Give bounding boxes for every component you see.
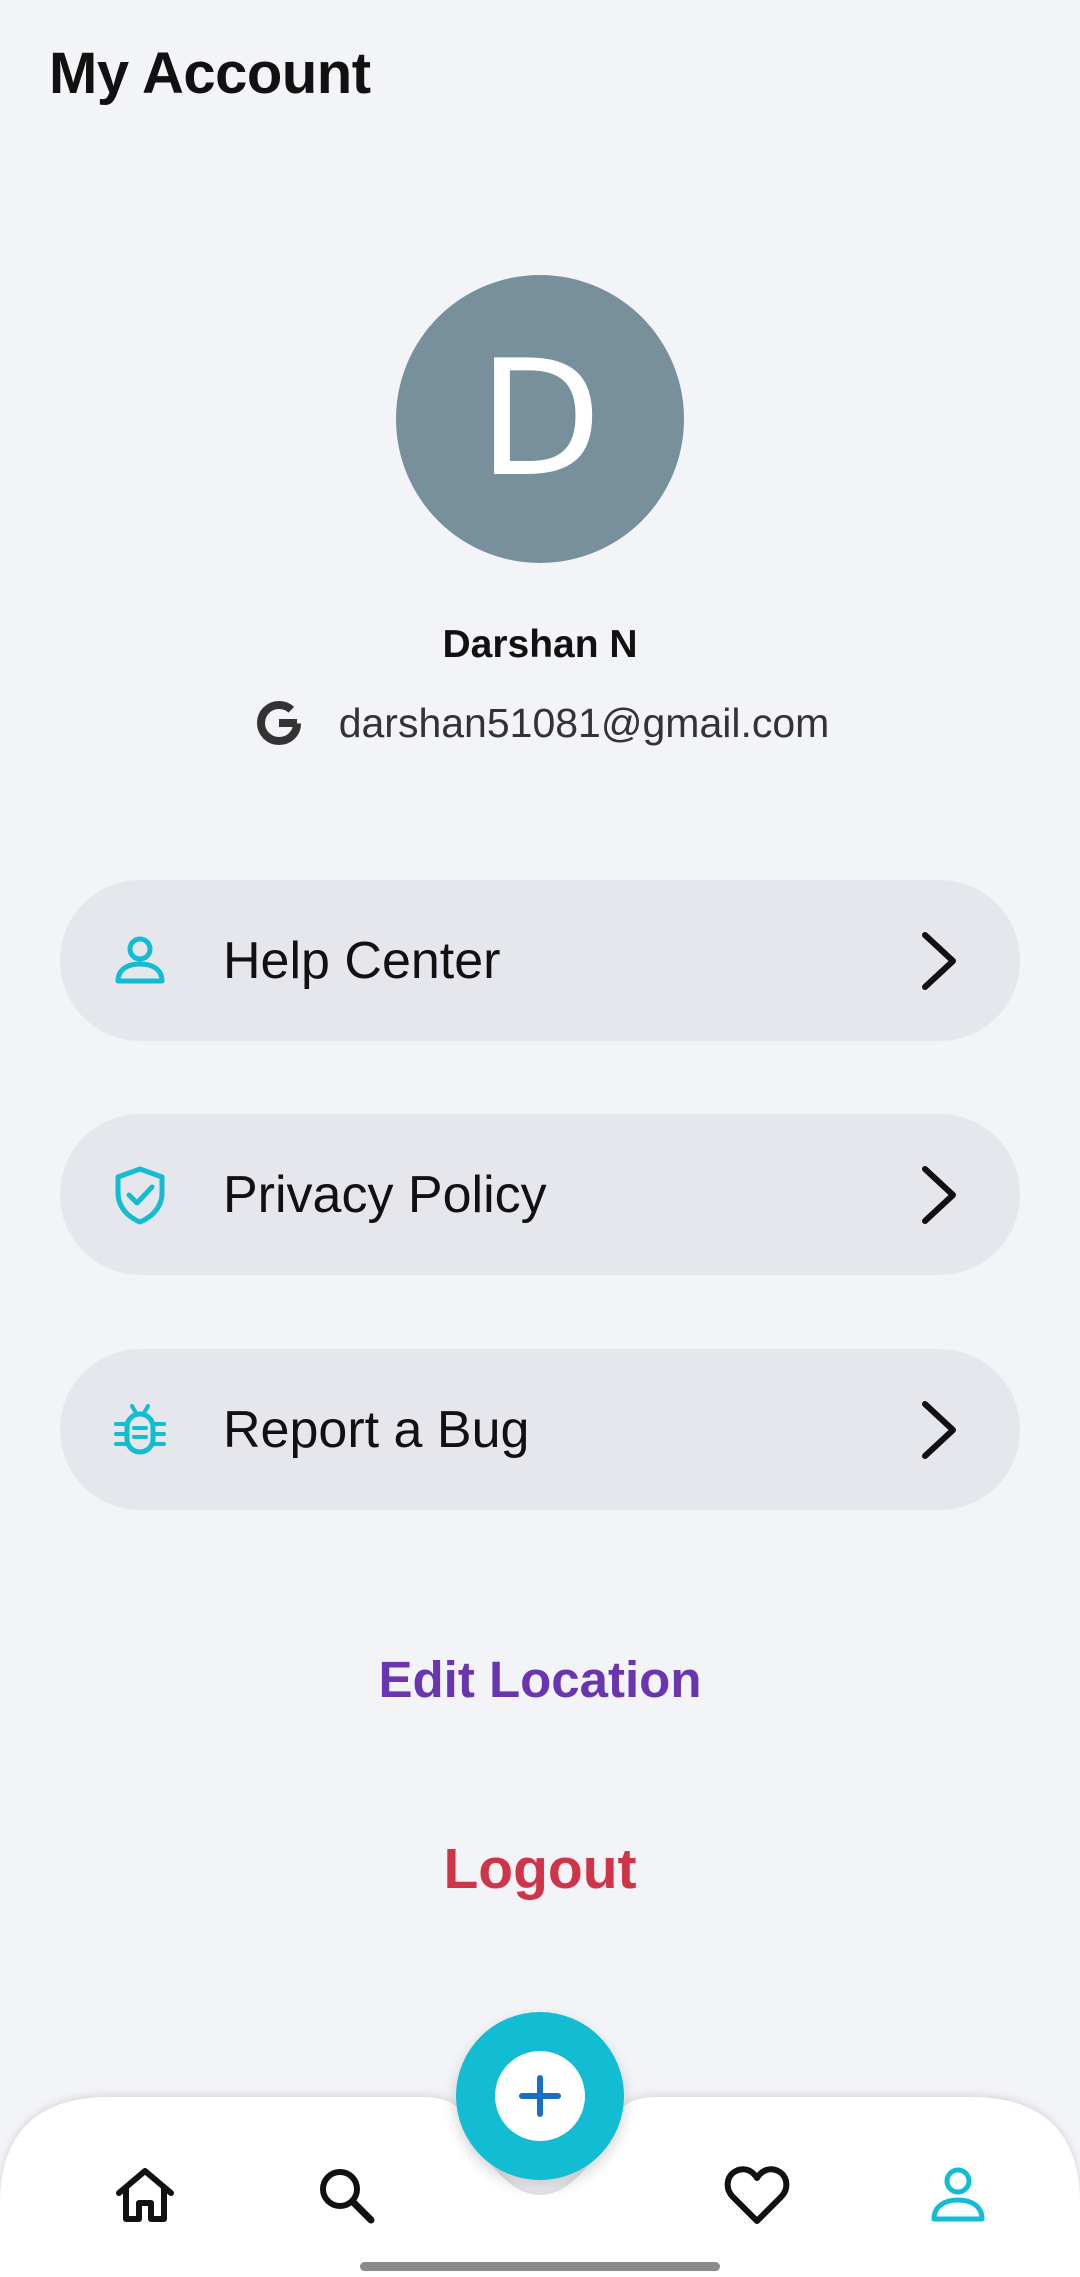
avatar-initial: D <box>478 325 602 512</box>
menu-item-help-center[interactable]: Help Center <box>60 880 1020 1041</box>
edit-location-link[interactable]: Edit Location <box>0 1650 1080 1709</box>
user-name: Darshan N <box>442 623 638 666</box>
heart-icon[interactable] <box>717 2155 797 2235</box>
profile-icon[interactable] <box>918 2155 998 2235</box>
person-icon <box>110 931 170 991</box>
logout-button[interactable]: Logout <box>0 1836 1080 1902</box>
home-indicator <box>360 2262 720 2271</box>
search-icon[interactable] <box>306 2155 386 2235</box>
email-text: darshan51081@gmail.com <box>338 699 830 746</box>
page-title: My Account <box>49 41 371 106</box>
bug-icon <box>110 1400 170 1460</box>
chevron-right-icon <box>915 1163 965 1227</box>
chevron-right-icon <box>915 1398 965 1462</box>
menu-item-label: Report a Bug <box>223 1400 530 1459</box>
chevron-right-icon <box>915 929 965 993</box>
menu-item-label: Help Center <box>223 931 501 990</box>
avatar: D <box>396 275 684 563</box>
add-button[interactable] <box>456 2012 624 2180</box>
google-icon <box>251 695 307 751</box>
email-row: darshan51081@gmail.com <box>0 695 1080 751</box>
menu-item-label: Privacy Policy <box>223 1165 547 1224</box>
menu-item-privacy-policy[interactable]: Privacy Policy <box>60 1114 1020 1275</box>
my-account-screen: My Account D Darshan N darshan51081@gmai… <box>0 0 1080 2277</box>
home-icon[interactable] <box>105 2155 185 2235</box>
fab-inner <box>495 2051 585 2141</box>
shield-check-icon <box>110 1165 170 1225</box>
plus-icon <box>516 2072 564 2120</box>
menu-item-report-bug[interactable]: Report a Bug <box>60 1349 1020 1510</box>
